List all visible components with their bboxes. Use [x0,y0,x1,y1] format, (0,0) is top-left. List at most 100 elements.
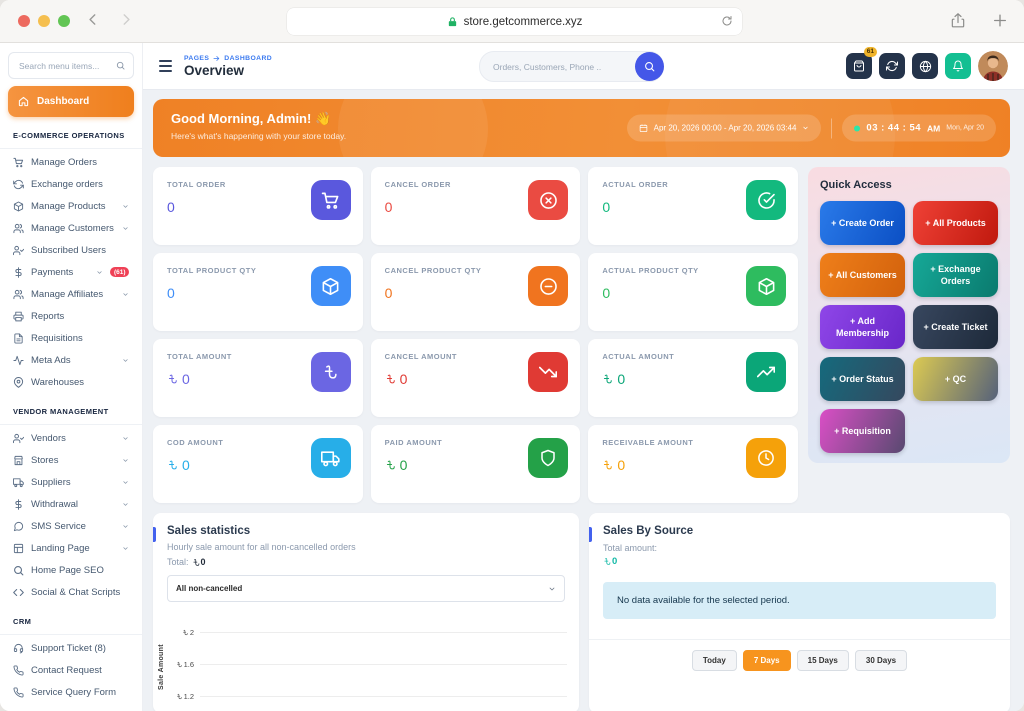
taka-icon [167,459,179,471]
language-globe-button[interactable] [912,53,938,79]
qc-button[interactable]: + QC [913,357,998,401]
payments-badge: (61) [110,267,129,277]
browser-forward-button[interactable] [119,11,133,28]
order-filter-select[interactable]: All non-cancelled [167,575,565,602]
sidebar-item-social-chat-scripts[interactable]: Social & Chat Scripts [0,581,142,603]
stat-card-actual-product-qty[interactable]: ACTUAL PRODUCT QTY0 [588,253,798,331]
period-15days-button[interactable]: 15 Days [797,650,849,671]
arrow-right-icon [213,55,220,62]
browser-back-button[interactable] [86,11,100,28]
y-axis-label: Sale Amount [158,644,165,690]
orders-bag-button[interactable]: 61 [846,53,872,79]
create-ticket-button[interactable]: + Create Ticket [913,305,998,349]
sidebar-item-meta-ads[interactable]: Meta Ads [0,349,142,371]
chevron-down-icon [802,125,809,132]
sidebar-item-service-query-form[interactable]: Service Query Form [0,681,142,703]
sidebar-item-reports[interactable]: Reports [0,305,142,327]
taka-icon [602,459,614,471]
chevron-down-icon [122,523,129,530]
truck-icon [13,477,24,488]
sidebar-item-stores[interactable]: Stores [0,449,142,471]
sidebar-item-dashboard[interactable]: Dashboard [8,86,134,117]
stat-card-total-product-qty[interactable]: TOTAL PRODUCT QTY0 [153,253,363,331]
zoom-window-button[interactable] [58,15,70,27]
sidebar-item-manage-affiliates[interactable]: Manage Affiliates [0,283,142,305]
stat-card-actual-amount[interactable]: ACTUAL AMOUNT0 [588,339,798,417]
printer-icon [13,311,24,322]
sync-button[interactable] [879,53,905,79]
stat-card-total-order[interactable]: TOTAL ORDER0 [153,167,363,245]
create-order-button[interactable]: + Create Order [820,201,905,245]
sales-by-source-panel: Sales By Source Total amount: 0 No data … [589,513,1010,711]
stat-card-total-amount[interactable]: TOTAL AMOUNT0 [153,339,363,417]
sidebar-item-manage-products[interactable]: Manage Products [0,195,142,217]
reload-icon[interactable] [721,14,733,28]
breadcrumb-pages[interactable]: PAGES [184,55,209,62]
sidebar-item-support-ticket[interactable]: Support Ticket (8) [0,637,142,659]
add-membership-button[interactable]: + Add Membership [820,305,905,349]
main-area: PAGES DASHBOARD Overview 61 [143,43,1024,711]
share-icon[interactable] [950,11,966,30]
global-search [479,51,664,82]
sidebar-item-warehouses[interactable]: Warehouses [0,371,142,393]
new-tab-icon[interactable] [992,11,1008,30]
clock-date: Mon, Apr 20 [946,125,984,132]
period-30days-button[interactable]: 30 Days [855,650,907,671]
sidebar-item-subscribed-users[interactable]: Subscribed Users [0,239,142,261]
quick-access-panel: Quick Access + Create Order + All Produc… [808,167,1010,463]
all-customers-button[interactable]: + All Customers [820,253,905,297]
total-label: Total: [167,557,189,567]
stats-grid: TOTAL ORDER0 CANCEL ORDER0 ACTUAL ORDER0… [153,167,798,503]
global-search-input[interactable] [480,62,635,72]
welcome-banner: Good Morning, Admin! 👋 Here's what's hap… [153,99,1010,157]
stat-card-cancel-amount[interactable]: CANCEL AMOUNT0 [371,339,581,417]
divider [831,118,832,138]
period-7days-button[interactable]: 7 Days [743,650,791,671]
live-dot [854,125,860,131]
sidebar-item-manage-customers[interactable]: Manage Customers [0,217,142,239]
sidebar-item-home-page-seo[interactable]: Home Page SEO [0,559,142,581]
sidebar-item-sms-service[interactable]: SMS Service [0,515,142,537]
code-icon [13,587,24,598]
home-icon [18,96,29,107]
order-status-button[interactable]: + Order Status [820,357,905,401]
notifications-bell-button[interactable] [945,53,971,79]
sidebar-item-manage-orders[interactable]: Manage Orders [0,151,142,173]
sidebar-item-landing-page[interactable]: Landing Page [0,537,142,559]
breadcrumb-dashboard[interactable]: DASHBOARD [224,55,272,62]
sidebar-item-suppliers[interactable]: Suppliers [0,471,142,493]
order-filter-value: All non-cancelled [176,584,548,593]
all-products-button[interactable]: + All Products [913,201,998,245]
exchange-orders-button[interactable]: + Exchange Orders [913,253,998,297]
sales-statistics-chart: Sale Amount 2 1.6 1.2 0.8 [167,616,567,711]
sidebar-search [8,52,134,79]
search-button[interactable] [635,52,664,81]
minus-circle-icon [528,266,568,306]
close-window-button[interactable] [18,15,30,27]
date-range-picker[interactable]: Apr 20, 2026 00:00 - Apr 20, 2026 03:44 [627,115,822,142]
avatar[interactable] [978,51,1008,81]
sidebar-item-payments[interactable]: Payments(61) [0,261,142,283]
sidebar-item-exchange-orders[interactable]: Exchange orders [0,173,142,195]
trending-down-icon [528,352,568,392]
stat-card-actual-order[interactable]: ACTUAL ORDER0 [588,167,798,245]
taka-icon [603,557,612,566]
sidebar-item-contact-request[interactable]: Contact Request [0,659,142,681]
stat-card-cancel-order[interactable]: CANCEL ORDER0 [371,167,581,245]
stat-card-cod-amount[interactable]: COD AMOUNT0 [153,425,363,503]
stat-card-paid-amount[interactable]: PAID AMOUNT0 [371,425,581,503]
chevron-down-icon [122,225,129,232]
sidebar-item-withdrawal[interactable]: Withdrawal [0,493,142,515]
minimize-window-button[interactable] [38,15,50,27]
live-clock: 03 : 44 : 54 AM Mon, Apr 20 [842,115,996,142]
hamburger-menu-icon[interactable] [159,60,172,72]
period-today-button[interactable]: Today [692,650,737,671]
requisition-button[interactable]: + Requisition [820,409,905,453]
sidebar-section-title: CRM [0,613,142,635]
address-bar[interactable]: store.getcommerce.xyz [287,8,742,35]
sidebar-search-input[interactable] [17,60,112,72]
sidebar-item-requisitions[interactable]: Requisitions [0,327,142,349]
stat-card-cancel-product-qty[interactable]: CANCEL PRODUCT QTY0 [371,253,581,331]
sidebar-item-vendors[interactable]: Vendors [0,427,142,449]
stat-card-receivable-amount[interactable]: RECEIVABLE AMOUNT0 [588,425,798,503]
